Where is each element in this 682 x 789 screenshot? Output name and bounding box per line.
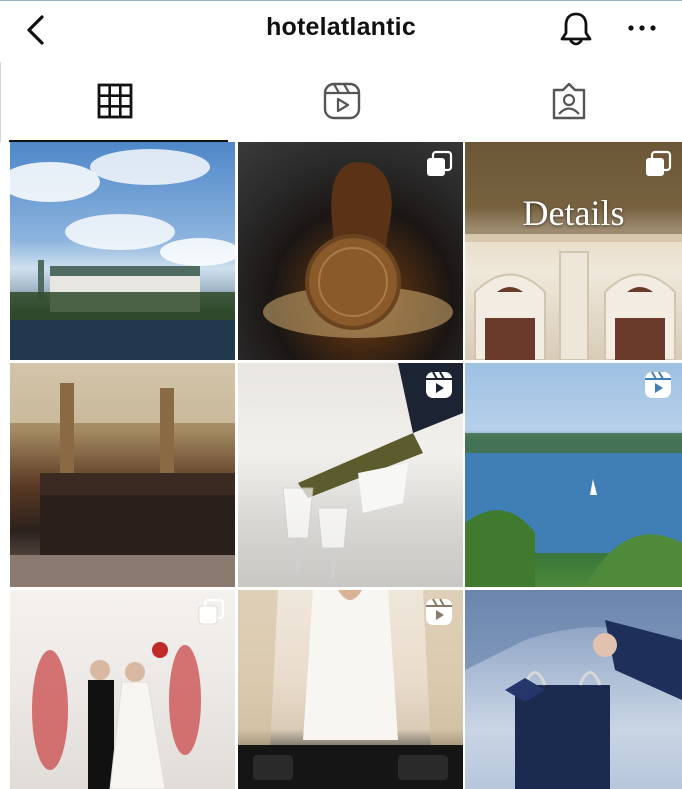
reel-badge	[425, 371, 453, 399]
grid-post-chocolate-dessert[interactable]	[238, 142, 463, 360]
reel-icon	[645, 371, 671, 398]
tab-tagged[interactable]	[455, 62, 682, 140]
posts-grid: Details	[10, 142, 682, 789]
carousel-icon	[427, 150, 453, 176]
carousel-icon	[646, 150, 672, 176]
grid-post-lobby[interactable]	[10, 363, 235, 587]
bell-icon	[560, 12, 592, 46]
tab-posts[interactable]	[1, 62, 228, 142]
grid-post-dj[interactable]	[238, 590, 463, 789]
grid-post-lake-view[interactable]	[465, 363, 682, 587]
profile-tabs	[0, 62, 682, 142]
grid-post-hotel-exterior[interactable]	[10, 142, 235, 360]
back-button[interactable]	[22, 15, 52, 45]
grid-icon	[97, 83, 132, 119]
tagged-user-icon	[552, 82, 585, 120]
grid-post-wine-pouring[interactable]	[238, 363, 463, 587]
gift-bag-image	[465, 590, 682, 789]
profile-username: hotelatlantic	[266, 13, 416, 41]
more-options-button[interactable]	[624, 13, 660, 43]
reel-badge	[425, 598, 453, 626]
reel-badge	[644, 371, 672, 399]
carousel-badge	[644, 150, 672, 178]
hotel-exterior-image	[10, 149, 235, 360]
carousel-icon	[198, 598, 225, 625]
chevron-left-icon	[27, 15, 44, 45]
reel-icon	[426, 598, 452, 625]
notifications-button[interactable]	[556, 9, 596, 49]
carousel-badge	[425, 150, 453, 178]
grid-post-details[interactable]: Details	[465, 142, 682, 360]
hotel-lobby-image	[10, 363, 235, 587]
more-horizontal-icon	[628, 25, 656, 31]
details-overlay-text: Details	[522, 193, 625, 233]
profile-header: hotelatlantic	[0, 0, 682, 60]
reels-icon	[323, 82, 360, 120]
grid-post-wedding-couple[interactable]	[10, 590, 235, 789]
reel-icon	[426, 371, 452, 398]
grid-post-gift-bag[interactable]	[465, 590, 682, 789]
carousel-badge	[197, 598, 225, 626]
tab-reels[interactable]	[228, 62, 455, 140]
